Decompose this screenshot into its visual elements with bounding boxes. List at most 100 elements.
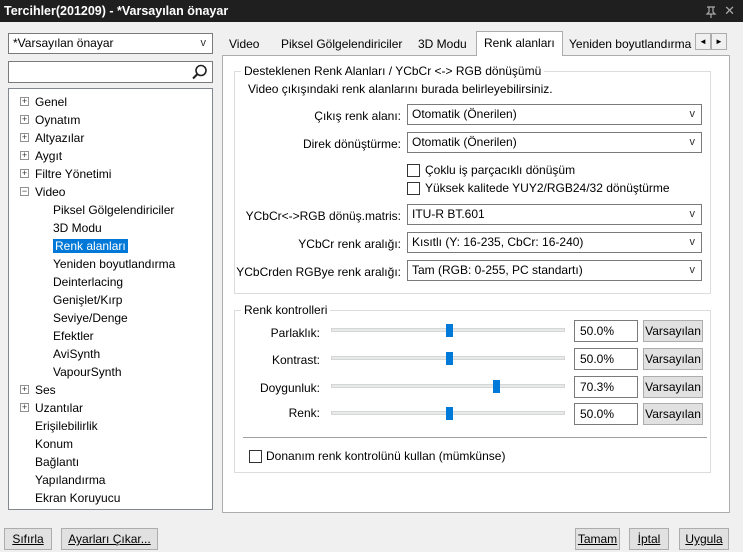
direct-conversion-label: Direk dönüştürme: — [302, 137, 401, 151]
tab-3d-mode[interactable]: 3D Modu — [411, 33, 474, 55]
high-quality-label[interactable]: Yüksek kalitede YUY2/RGB24/32 dönüştürme — [425, 181, 670, 195]
colorspace-group-title: Desteklenen Renk Alanları / YCbCr <-> RG… — [241, 64, 545, 78]
tree-item-label: Yeniden boyutlandırma — [53, 257, 176, 271]
colorspace-description: Video çıkışındaki renk alanlarını burada… — [248, 82, 553, 96]
ok-button[interactable]: Tamam — [575, 528, 620, 550]
saturation-slider-thumb[interactable] — [493, 380, 500, 393]
tree-item[interactable]: Ses — [35, 381, 56, 399]
tab-resizing[interactable]: Yeniden boyutlandırma — [562, 33, 696, 55]
hardware-control-checkbox[interactable] — [249, 450, 262, 463]
pin-icon[interactable] — [705, 0, 717, 22]
rgb-range-select[interactable]: Tam (RGB: 0-255, PC standartı) v — [407, 260, 702, 281]
search-field[interactable] — [8, 61, 213, 83]
tree-item[interactable]: Genişlet/Kırp — [53, 291, 122, 309]
search-icon[interactable] — [191, 64, 209, 80]
export-settings-button[interactable]: Ayarları Çıkar... — [61, 528, 158, 550]
tree-expander-icon[interactable]: + — [20, 133, 29, 142]
saturation-slider-track[interactable] — [331, 384, 565, 388]
color-controls-title: Renk kontrolleri — [241, 303, 331, 317]
tree-item[interactable]: Renk alanları — [53, 237, 128, 255]
tab-scroll-right-icon[interactable]: ► — [711, 33, 727, 50]
tree-item[interactable]: Uzantılar — [35, 399, 83, 417]
chevron-down-icon: v — [689, 236, 696, 248]
tree-item-label: Video — [35, 185, 66, 199]
tree-item-label: Deinterlacing — [53, 275, 124, 289]
tree-item[interactable]: Genel — [35, 93, 67, 111]
tree-item-label: Bağlantı — [35, 455, 80, 469]
close-icon[interactable]: ✕ — [724, 0, 735, 22]
tree-item-label: Oynatım — [35, 113, 81, 127]
chevron-down-icon: v — [689, 136, 696, 148]
multithread-checkbox[interactable] — [407, 164, 420, 177]
high-quality-checkbox[interactable] — [407, 182, 420, 195]
output-colorspace-select[interactable]: Otomatik (Önerilen) v — [407, 104, 702, 125]
rgb-range-label: YCbCrden RGBye renk aralığı: — [236, 265, 401, 279]
tree-expander-icon[interactable]: + — [20, 385, 29, 394]
tree-item[interactable]: 3D Modu — [53, 219, 102, 237]
tab-scroll-left-icon[interactable]: ◄ — [695, 33, 711, 50]
hue-slider-thumb[interactable] — [446, 407, 453, 420]
contrast-value[interactable]: 50.0% — [574, 348, 638, 370]
tree-expander-icon[interactable]: + — [20, 115, 29, 124]
preset-select[interactable]: *Varsayılan önayar v — [8, 33, 213, 54]
tree-item[interactable]: Ekran Koruyucu — [35, 489, 120, 507]
tree-item[interactable]: Piksel Gölgelendiriciler — [53, 201, 174, 219]
tree-expander-icon[interactable]: + — [20, 169, 29, 178]
tree-item[interactable]: Erişilebilirlik — [35, 417, 98, 435]
matrix-select[interactable]: ITU-R BT.601 v — [407, 204, 702, 225]
saturation-label: Doygunluk: — [259, 381, 320, 395]
tree-item[interactable]: VapourSynth — [53, 363, 122, 381]
window-title: Tercihler(201209) - *Varsayılan önayar — [4, 4, 229, 18]
saturation-reset-button[interactable]: Varsayılan — [643, 376, 703, 398]
tree-item[interactable]: Aygıt — [35, 147, 62, 165]
hardware-control-label[interactable]: Donanım renk kontrolünü kullan (mümkünse… — [266, 449, 505, 463]
cancel-button[interactable]: İptal — [629, 528, 669, 550]
hue-label: Renk: — [288, 406, 320, 420]
tree-item-label: Aygıt — [35, 149, 63, 163]
export-settings-label: Ayarları Çıkar... — [68, 532, 151, 546]
tree-item-label: Genişlet/Kırp — [53, 293, 123, 307]
tree-item[interactable]: Efektler — [53, 327, 94, 345]
tree-expander-icon[interactable]: − — [20, 187, 29, 196]
tree-item-label: Konum — [35, 437, 74, 451]
reset-button[interactable]: Sıfırla — [4, 528, 52, 550]
tree-item[interactable]: Seviye/Denge — [53, 309, 128, 327]
tree-item[interactable]: Konum — [35, 435, 73, 453]
multithread-label[interactable]: Çoklu iş parçacıklı dönüşüm — [425, 163, 575, 177]
tree-item[interactable]: Oynatım — [35, 111, 80, 129]
tree-item-label: Renk alanları — [53, 239, 128, 253]
tree-item[interactable]: Video — [35, 183, 65, 201]
brightness-label: Parlaklık: — [270, 326, 320, 340]
tree-expander-icon[interactable]: + — [20, 403, 29, 412]
tree-item[interactable]: Altyazılar — [35, 129, 84, 147]
cancel-button-label: İptal — [637, 532, 661, 546]
hue-value[interactable]: 50.0% — [574, 403, 638, 425]
brightness-value[interactable]: 50.0% — [574, 320, 638, 342]
tree-item[interactable]: Deinterlacing — [53, 273, 123, 291]
apply-button[interactable]: Uygula — [679, 528, 729, 550]
direct-conversion-select[interactable]: Otomatik (Önerilen) v — [407, 132, 702, 153]
brightness-reset-button[interactable]: Varsayılan — [643, 320, 703, 342]
ycbcr-range-select[interactable]: Kısıtlı (Y: 16-235, CbCr: 16-240) v — [407, 232, 702, 253]
tree-item[interactable]: Yapılandırma — [35, 471, 105, 489]
tree-item[interactable]: Yeniden boyutlandırma — [53, 255, 175, 273]
hue-reset-button[interactable]: Varsayılan — [643, 403, 703, 425]
brightness-slider-thumb[interactable] — [446, 324, 453, 337]
tree-item-label: Ekran Koruyucu — [35, 491, 121, 505]
tree-expander-icon[interactable]: + — [20, 97, 29, 106]
saturation-value[interactable]: 70.3% — [574, 376, 638, 398]
search-input[interactable] — [11, 63, 186, 81]
contrast-reset-button[interactable]: Varsayılan — [643, 348, 703, 370]
contrast-slider-thumb[interactable] — [446, 352, 453, 365]
tab-pixel-shaders[interactable]: Piksel Gölgelendiriciler — [274, 33, 409, 55]
tree-expander-icon[interactable]: + — [20, 151, 29, 160]
tree-item[interactable]: Filtre Yönetimi — [35, 165, 111, 183]
settings-tree[interactable]: + Genel + Oynatım + Altyazılar + Aygıt + Filtre Y… — [8, 88, 213, 510]
tab-color-spaces[interactable]: Renk alanları — [476, 31, 563, 56]
tree-item[interactable]: AviSynth — [53, 345, 100, 363]
chevron-down-icon: v — [200, 37, 207, 49]
tree-item[interactable]: Bağlantı — [35, 453, 79, 471]
tab-video[interactable]: Video — [222, 33, 266, 55]
tree-item-label: 3D Modu — [53, 221, 102, 235]
apply-button-label: Uygula — [685, 532, 723, 546]
